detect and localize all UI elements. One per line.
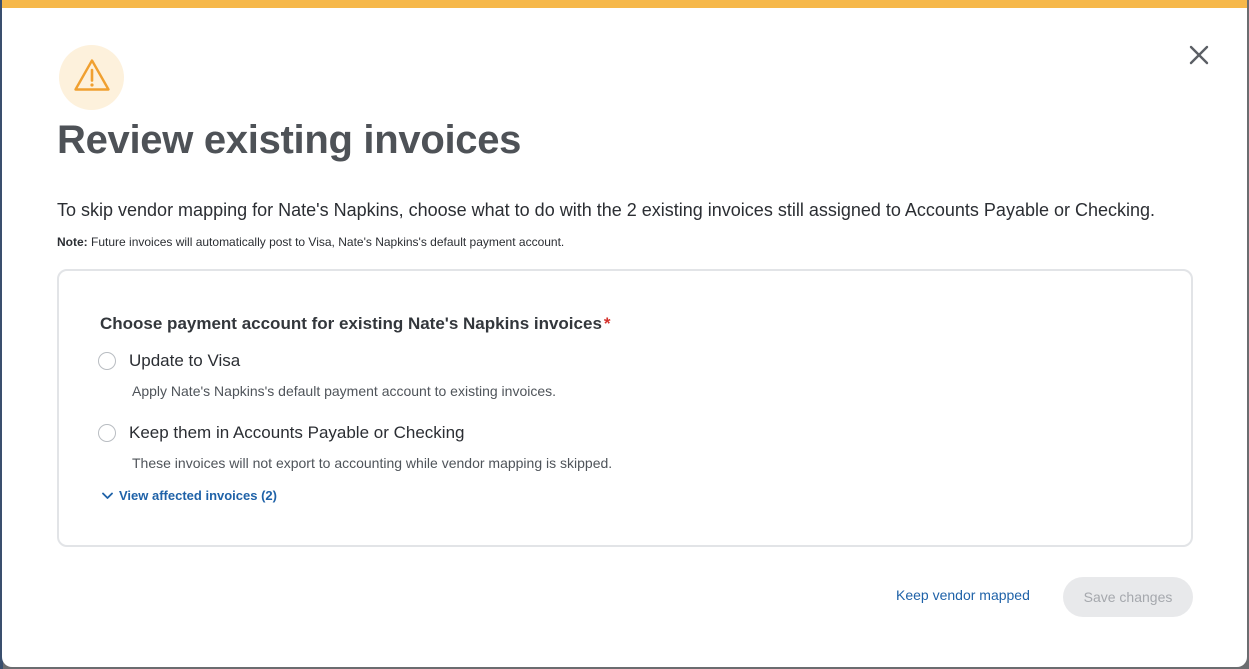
- required-marker: *: [603, 314, 611, 333]
- dialog-accent-bar: [2, 0, 1247, 8]
- dialog-title: Review existing invoices: [57, 118, 522, 162]
- close-button[interactable]: [1184, 42, 1214, 72]
- radio-keep-in-accounts[interactable]: [98, 424, 116, 442]
- payment-account-heading-text: Choose payment account for existing Nate…: [100, 314, 602, 333]
- warning-triangle-icon: [73, 58, 111, 97]
- save-changes-button[interactable]: Save changes: [1063, 577, 1193, 617]
- option-keep-in-accounts[interactable]: Keep them in Accounts Payable or Checkin…: [98, 423, 464, 443]
- option-label[interactable]: Keep them in Accounts Payable or Checkin…: [129, 423, 464, 443]
- close-icon: [1189, 45, 1209, 70]
- option-update-to-visa[interactable]: Update to Visa: [98, 351, 240, 371]
- note-text: Future invoices will automatically post …: [87, 235, 565, 249]
- note-label: Note:: [57, 235, 88, 249]
- review-invoices-dialog: Review existing invoices To skip vendor …: [2, 0, 1247, 667]
- option-help-text: These invoices will not export to accoun…: [132, 455, 613, 471]
- dialog-description: To skip vendor mapping for Nate's Napkin…: [57, 200, 1156, 220]
- option-help-text: Apply Nate's Napkins's default payment a…: [132, 383, 557, 399]
- warning-badge: [59, 45, 124, 110]
- option-label[interactable]: Update to Visa: [129, 351, 240, 371]
- dialog-note: Note: Future invoices will automatically…: [57, 235, 564, 249]
- chevron-down-icon: [102, 488, 119, 503]
- payment-account-card: Choose payment account for existing Nate…: [57, 269, 1193, 547]
- view-affected-invoices-label[interactable]: View affected invoices (2): [119, 488, 277, 503]
- keep-vendor-mapped-link[interactable]: Keep vendor mapped: [896, 587, 1030, 603]
- radio-update-to-visa[interactable]: [98, 352, 116, 370]
- view-affected-invoices-link[interactable]: View affected invoices (2): [102, 488, 277, 503]
- payment-account-heading: Choose payment account for existing Nate…: [100, 314, 611, 334]
